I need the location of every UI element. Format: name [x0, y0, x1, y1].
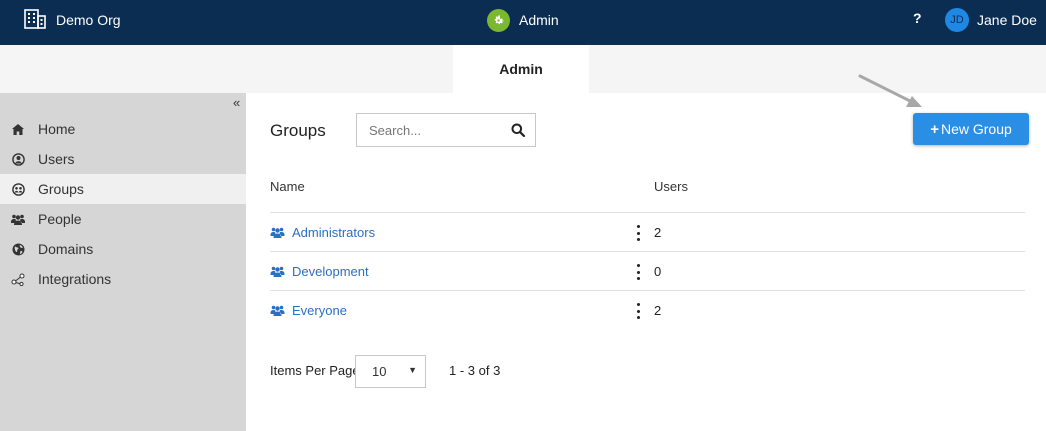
group-circle-icon — [11, 182, 25, 196]
row-menu-icon[interactable] — [632, 262, 644, 282]
sidebar-item-label: Integrations — [38, 271, 112, 287]
gear-icon — [487, 8, 510, 32]
user-count: 0 — [654, 263, 662, 279]
table-row: Everyone 2 — [270, 290, 1025, 329]
app-name: Admin — [519, 12, 559, 28]
building-icon — [24, 8, 46, 32]
sidebar-item-people[interactable]: People — [0, 204, 246, 234]
items-per-page-select[interactable]: 10 ▼ — [355, 355, 426, 388]
collapse-sidebar-button[interactable]: « — [233, 95, 240, 110]
row-menu-icon[interactable] — [632, 223, 644, 243]
sidebar-item-users[interactable]: Users — [0, 144, 246, 174]
globe-icon — [11, 242, 25, 256]
new-group-button[interactable]: + New Group — [913, 113, 1029, 145]
page-title: Groups — [270, 121, 326, 140]
sidebar-item-label: Groups — [38, 181, 84, 197]
group-link[interactable]: Everyone — [270, 291, 347, 329]
help-button[interactable]: ? — [913, 10, 922, 26]
caret-down-icon: ▼ — [408, 365, 417, 375]
group-name: Development — [292, 263, 369, 279]
integrations-icon — [11, 272, 25, 286]
group-name: Everyone — [292, 302, 347, 318]
row-menu-icon[interactable] — [632, 301, 644, 321]
items-per-page-value: 10 — [372, 364, 387, 379]
org-switcher[interactable]: Demo Org — [24, 8, 121, 32]
sidebar-item-domains[interactable]: Domains — [0, 234, 246, 264]
search-box — [356, 113, 536, 147]
search-icon[interactable] — [511, 123, 526, 140]
group-icon — [270, 305, 285, 316]
table-row: Development 0 — [270, 251, 1025, 290]
tab-admin[interactable]: Admin — [453, 45, 589, 93]
group-link[interactable]: Administrators — [270, 213, 375, 251]
sidebar: « Home Users Groups People Domains Integ… — [0, 93, 246, 431]
home-icon — [11, 122, 25, 136]
group-icon — [270, 266, 285, 277]
avatar: JD — [945, 8, 969, 32]
sidebar-item-groups[interactable]: Groups — [0, 174, 246, 204]
sidebar-item-home[interactable]: Home — [0, 114, 246, 144]
sidebar-item-label: Domains — [38, 241, 94, 257]
org-name: Demo Org — [56, 12, 121, 28]
plus-icon: + — [930, 120, 939, 138]
top-bar: Demo Org Admin ? JD Jane Doe — [0, 0, 1046, 45]
sidebar-item-label: Users — [38, 151, 75, 167]
new-group-label: New Group — [940, 121, 1012, 137]
user-name: Jane Doe — [977, 12, 1037, 28]
people-icon — [11, 212, 25, 226]
sidebar-item-label: People — [38, 211, 82, 227]
column-header-name[interactable]: Name — [270, 179, 305, 194]
group-icon — [270, 227, 285, 238]
user-circle-icon — [11, 152, 25, 166]
table-row: Administrators 2 — [270, 212, 1025, 251]
pointer-arrow-icon — [858, 74, 922, 107]
column-header-users[interactable]: Users — [654, 179, 688, 194]
user-count: 2 — [654, 302, 662, 318]
search-input[interactable] — [357, 114, 507, 146]
items-per-page-label: Items Per Page — [270, 363, 360, 378]
group-link[interactable]: Development — [270, 252, 369, 290]
pagination-range: 1 - 3 of 3 — [449, 363, 501, 378]
group-name: Administrators — [292, 224, 376, 240]
user-menu[interactable]: JD Jane Doe — [945, 8, 1037, 32]
sidebar-item-integrations[interactable]: Integrations — [0, 264, 246, 294]
app-switcher[interactable]: Admin — [487, 8, 559, 32]
sidebar-item-label: Home — [38, 121, 76, 137]
user-count: 2 — [654, 224, 662, 240]
